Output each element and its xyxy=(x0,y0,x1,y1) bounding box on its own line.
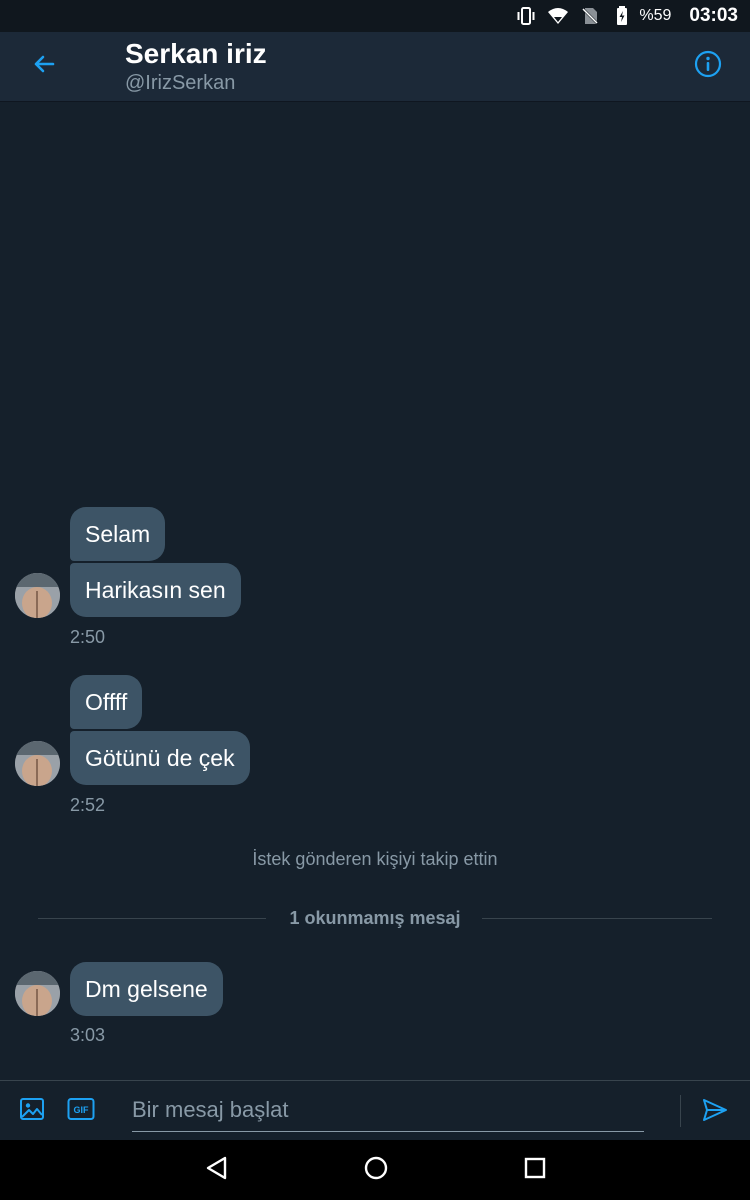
message-composer: GIF xyxy=(0,1080,750,1140)
battery-charging-icon xyxy=(611,5,633,27)
conversation-title: Serkan iriz xyxy=(125,38,267,69)
message-timestamp: 2:52 xyxy=(70,795,106,815)
nav-back-button[interactable] xyxy=(202,1155,232,1185)
back-triangle-icon xyxy=(204,1155,230,1186)
composer-divider xyxy=(680,1095,681,1127)
title-block[interactable]: Serkan iriz @IrizSerkan xyxy=(125,37,267,95)
info-icon xyxy=(694,50,722,83)
wifi-icon xyxy=(547,5,569,27)
send-button[interactable] xyxy=(700,1097,730,1127)
message-timestamp: 2:50 xyxy=(70,627,106,647)
conversation-handle: @IrizSerkan xyxy=(125,72,236,94)
status-time: 03:03 xyxy=(689,5,738,26)
nav-home-button[interactable] xyxy=(361,1155,391,1185)
nav-recents-button[interactable] xyxy=(520,1155,550,1185)
status-bar: %59 03:03 xyxy=(0,0,750,32)
add-image-button[interactable] xyxy=(18,1097,46,1125)
conversation-header: Serkan iriz @IrizSerkan xyxy=(0,32,750,102)
follow-notice: İstek gönderen kişiyi takip ettin xyxy=(252,849,498,869)
message-bubble[interactable]: Dm gelsene xyxy=(70,962,223,1016)
send-icon xyxy=(701,1096,729,1129)
gif-icon: GIF xyxy=(67,1097,95,1126)
avatar[interactable] xyxy=(15,741,60,786)
system-nav-bar xyxy=(0,1140,750,1200)
battery-percent: %59 xyxy=(639,7,672,24)
message-bubble[interactable]: Harikasın sen xyxy=(70,563,241,617)
message-bubble[interactable]: Götünü de çek xyxy=(70,731,250,785)
vibrate-icon xyxy=(515,5,537,27)
recents-square-icon xyxy=(522,1155,548,1186)
message-bubble[interactable]: Offff xyxy=(70,675,143,729)
divider-line-right xyxy=(482,918,712,919)
message-list[interactable]: Selam Harikasın sen 2:50 Offff Götünü de… xyxy=(0,102,750,1080)
message-bubble[interactable]: Selam xyxy=(70,507,166,561)
image-icon xyxy=(19,1096,45,1127)
back-button[interactable] xyxy=(22,46,66,86)
gif-label: GIF xyxy=(74,1105,90,1115)
add-gif-button[interactable]: GIF xyxy=(67,1097,95,1125)
avatar[interactable] xyxy=(15,573,60,618)
avatar[interactable] xyxy=(15,971,60,1016)
home-circle-icon xyxy=(363,1155,389,1186)
arrow-left-icon xyxy=(32,52,56,81)
message-input[interactable] xyxy=(132,1089,644,1132)
message-timestamp: 3:03 xyxy=(70,1025,106,1045)
no-sim-icon xyxy=(579,5,601,27)
info-button[interactable] xyxy=(688,46,728,86)
